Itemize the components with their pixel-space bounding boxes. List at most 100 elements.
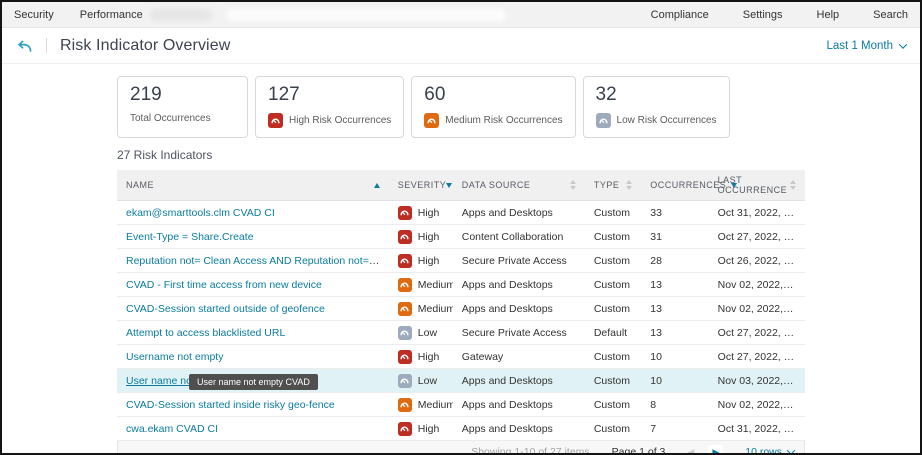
name-cell: Event-Type = Share.Create xyxy=(117,225,389,249)
occurrences-cell: 8 xyxy=(641,393,708,417)
column-header-occurrences[interactable]: OCCURRENCES xyxy=(641,170,708,201)
risk-indicator-link[interactable]: CVAD-Session started outside of geofence xyxy=(126,303,325,315)
low-risk-icon xyxy=(398,326,412,340)
last-occurrence-cell: Oct 27, 2022, 17:20 xyxy=(709,345,805,369)
severity-label: High xyxy=(418,255,440,267)
top-nav-bar: Security Performance Compliance Settings He… xyxy=(2,2,920,28)
card-value: 127 xyxy=(268,84,391,106)
name-cell: CVAD - First time access from new device xyxy=(117,273,389,297)
severity-label: Low xyxy=(418,375,437,387)
risk-indicator-link[interactable]: Username not empty xyxy=(126,351,223,363)
last-occurrence-cell: Nov 02, 2022, 11:35 xyxy=(709,273,805,297)
table-row[interactable]: CVAD-Session started outside of geofence… xyxy=(117,297,805,321)
card-value: 32 xyxy=(596,84,717,106)
type-cell: Custom xyxy=(585,297,641,321)
risk-indicator-link[interactable]: CVAD - First time access from new device xyxy=(126,279,322,291)
next-page-icon[interactable]: ▶ xyxy=(708,445,723,455)
chevron-down-icon xyxy=(787,446,795,454)
severity-cell: High xyxy=(389,345,453,369)
high-risk-icon xyxy=(398,206,412,220)
severity-cell: Medium xyxy=(389,393,453,417)
risk-indicator-link[interactable]: Reputation not= Clean Access AND Reputat… xyxy=(126,255,389,267)
time-period-selector[interactable]: Last 1 Month xyxy=(827,40,906,52)
occurrences-cell: 13 xyxy=(641,297,708,321)
nav-item-security[interactable]: Security xyxy=(14,9,54,21)
low-risk-icon xyxy=(596,113,611,128)
data-source-cell: Gateway xyxy=(453,345,585,369)
card-footer: High Risk Occurrences xyxy=(268,113,391,128)
summary-card-low-risk-occurrences[interactable]: 32 Low Risk Occurrences xyxy=(583,76,730,138)
summary-card-total-occurrences[interactable]: 219Total Occurrences xyxy=(117,76,248,138)
card-value: 60 xyxy=(424,84,562,106)
name-cell: Attempt to access blacklisted URL xyxy=(117,321,389,345)
nav-item-search[interactable]: Search xyxy=(873,9,908,21)
last-occurrence-cell: Oct 27, 2022, 10:46 xyxy=(709,225,805,249)
table-row[interactable]: Username not emptyHighGatewayCustom10Oct… xyxy=(117,345,805,369)
occurrences-cell: 10 xyxy=(641,369,708,393)
back-arrow-icon xyxy=(16,39,33,53)
table-row[interactable]: Event-Type = Share.CreateHighContent Col… xyxy=(117,225,805,249)
redacted-text-blur xyxy=(226,9,506,21)
card-footer: Low Risk Occurrences xyxy=(596,113,717,128)
last-occurrence-cell: Nov 02, 2022, 10:12 xyxy=(709,393,805,417)
risk-indicator-link[interactable]: Event-Type = Share.Create xyxy=(126,231,254,243)
card-value: 219 xyxy=(130,84,235,106)
high-risk-icon xyxy=(398,422,412,436)
nav-right-group: Compliance Settings Help Search xyxy=(617,9,908,21)
sort-asc-icon[interactable] xyxy=(374,183,380,188)
previous-page-icon[interactable]: ◀ xyxy=(687,448,694,455)
header-divider xyxy=(46,38,47,53)
severity-cell: Low xyxy=(389,321,453,345)
filter-dropdown-icon[interactable] xyxy=(446,183,452,188)
column-header-name[interactable]: NAME xyxy=(117,170,389,201)
main-content: 219Total Occurrences 127 High Risk Occurre… xyxy=(2,64,920,455)
card-footer: Medium Risk Occurrences xyxy=(424,113,562,128)
risk-indicator-link[interactable]: ekam@smarttools.clm CVAD CI xyxy=(126,207,275,219)
sort-icon[interactable] xyxy=(570,180,576,190)
table-row[interactable]: CVAD - First time access from new device… xyxy=(117,273,805,297)
table-row[interactable]: cwa.ekam CVAD CIHighApps and DesktopsCus… xyxy=(117,417,805,441)
severity-label: High xyxy=(418,207,440,219)
table-row[interactable]: Reputation not= Clean Access AND Reputat… xyxy=(117,249,805,273)
table-row[interactable]: ekam@smarttools.clm CVAD CIHighApps and … xyxy=(117,201,805,225)
column-label: SEVERITY xyxy=(398,180,447,190)
table-row[interactable]: Attempt to access blacklisted URLLowSecu… xyxy=(117,321,805,345)
risk-indicator-count: 27 Risk Indicators xyxy=(117,148,805,162)
name-cell: cwa.ekam CVAD CI xyxy=(117,417,389,441)
back-button[interactable] xyxy=(16,39,33,53)
summary-card-high-risk-occurrences[interactable]: 127 High Risk Occurrences xyxy=(255,76,404,138)
page-indicator: Page 1 of 3 xyxy=(612,446,666,455)
column-label: NAME xyxy=(126,180,154,190)
type-cell: Custom xyxy=(585,369,641,393)
table-footer: Showing 1-10 of 27 items Page 1 of 3 ◀ ▶… xyxy=(117,441,805,455)
nav-item-compliance[interactable]: Compliance xyxy=(651,9,709,21)
nav-item-settings[interactable]: Settings xyxy=(743,9,783,21)
column-header-last-occurrence[interactable]: LAST OCCURRENCE xyxy=(709,170,805,201)
nav-item-help[interactable]: Help xyxy=(817,9,840,21)
rows-per-page-selector[interactable]: 10 rows xyxy=(745,446,794,455)
risk-indicator-link[interactable]: cwa.ekam CVAD CI xyxy=(126,423,218,435)
nav-left-group: Security Performance xyxy=(14,9,169,21)
column-header-data-source[interactable]: DATA SOURCE xyxy=(453,170,585,201)
sort-icon[interactable] xyxy=(626,180,632,190)
column-header-severity[interactable]: SEVERITY xyxy=(389,170,453,201)
summary-cards-row: 219Total Occurrences 127 High Risk Occurre… xyxy=(117,76,805,138)
column-label: OCCURRENCES xyxy=(650,180,726,190)
data-source-cell: Apps and Desktops xyxy=(453,393,585,417)
nav-item-performance[interactable]: Performance xyxy=(80,9,143,21)
severity-cell: Low xyxy=(389,369,453,393)
column-label: TYPE xyxy=(594,180,620,190)
chevron-down-icon xyxy=(899,40,907,48)
summary-card-medium-risk-occurrences[interactable]: 60 Medium Risk Occurrences xyxy=(411,76,575,138)
severity-label: Medium xyxy=(418,303,453,315)
risk-indicator-link[interactable]: CVAD-Session started inside risky geo-fe… xyxy=(126,399,335,411)
sort-icon[interactable] xyxy=(790,180,796,190)
data-source-cell: Apps and Desktops xyxy=(453,417,585,441)
table-row[interactable]: CVAD-Session started inside risky geo-fe… xyxy=(117,393,805,417)
risk-indicator-link[interactable]: Attempt to access blacklisted URL xyxy=(126,327,285,339)
pagination-controls: ◀ ▶ xyxy=(687,445,723,455)
last-occurrence-cell: Oct 31, 2022, 18:55 xyxy=(709,201,805,225)
data-source-cell: Apps and Desktops xyxy=(453,369,585,393)
column-header-type[interactable]: TYPE xyxy=(585,170,641,201)
high-risk-icon xyxy=(268,113,283,128)
